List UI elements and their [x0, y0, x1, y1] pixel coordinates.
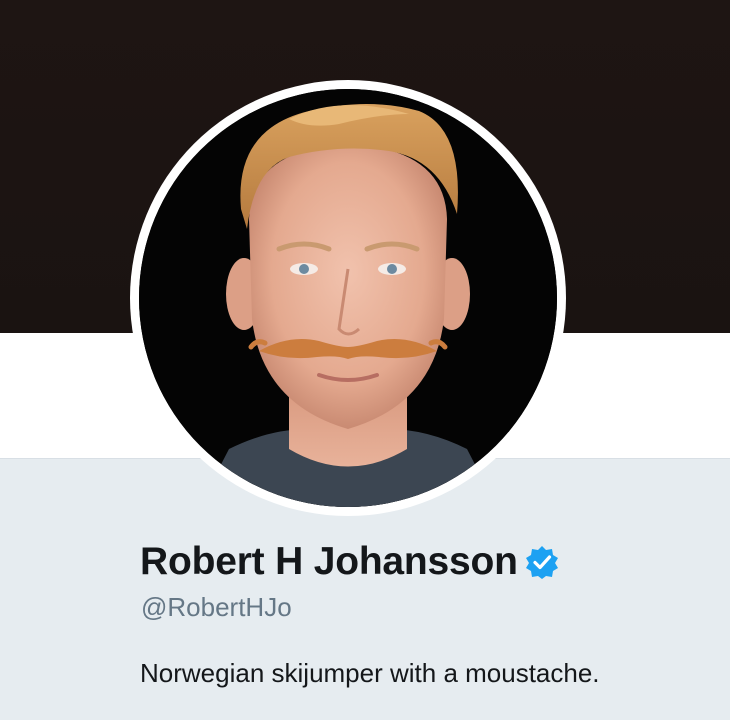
profile-name-row: Robert H Johansson: [140, 532, 560, 592]
avatar-photo: [139, 89, 557, 507]
profile-bio: Norwegian skijumper with a moustache.: [140, 658, 600, 688]
verified-badge-icon: [524, 544, 560, 580]
profile-handle[interactable]: @RobertHJo: [141, 592, 292, 623]
avatar[interactable]: [139, 89, 557, 507]
profile-card: Robert H Johansson @RobertHJo Norwegian …: [0, 0, 730, 720]
profile-avatar-frame[interactable]: [130, 80, 566, 516]
profile-display-name[interactable]: Robert H Johansson: [140, 540, 518, 584]
